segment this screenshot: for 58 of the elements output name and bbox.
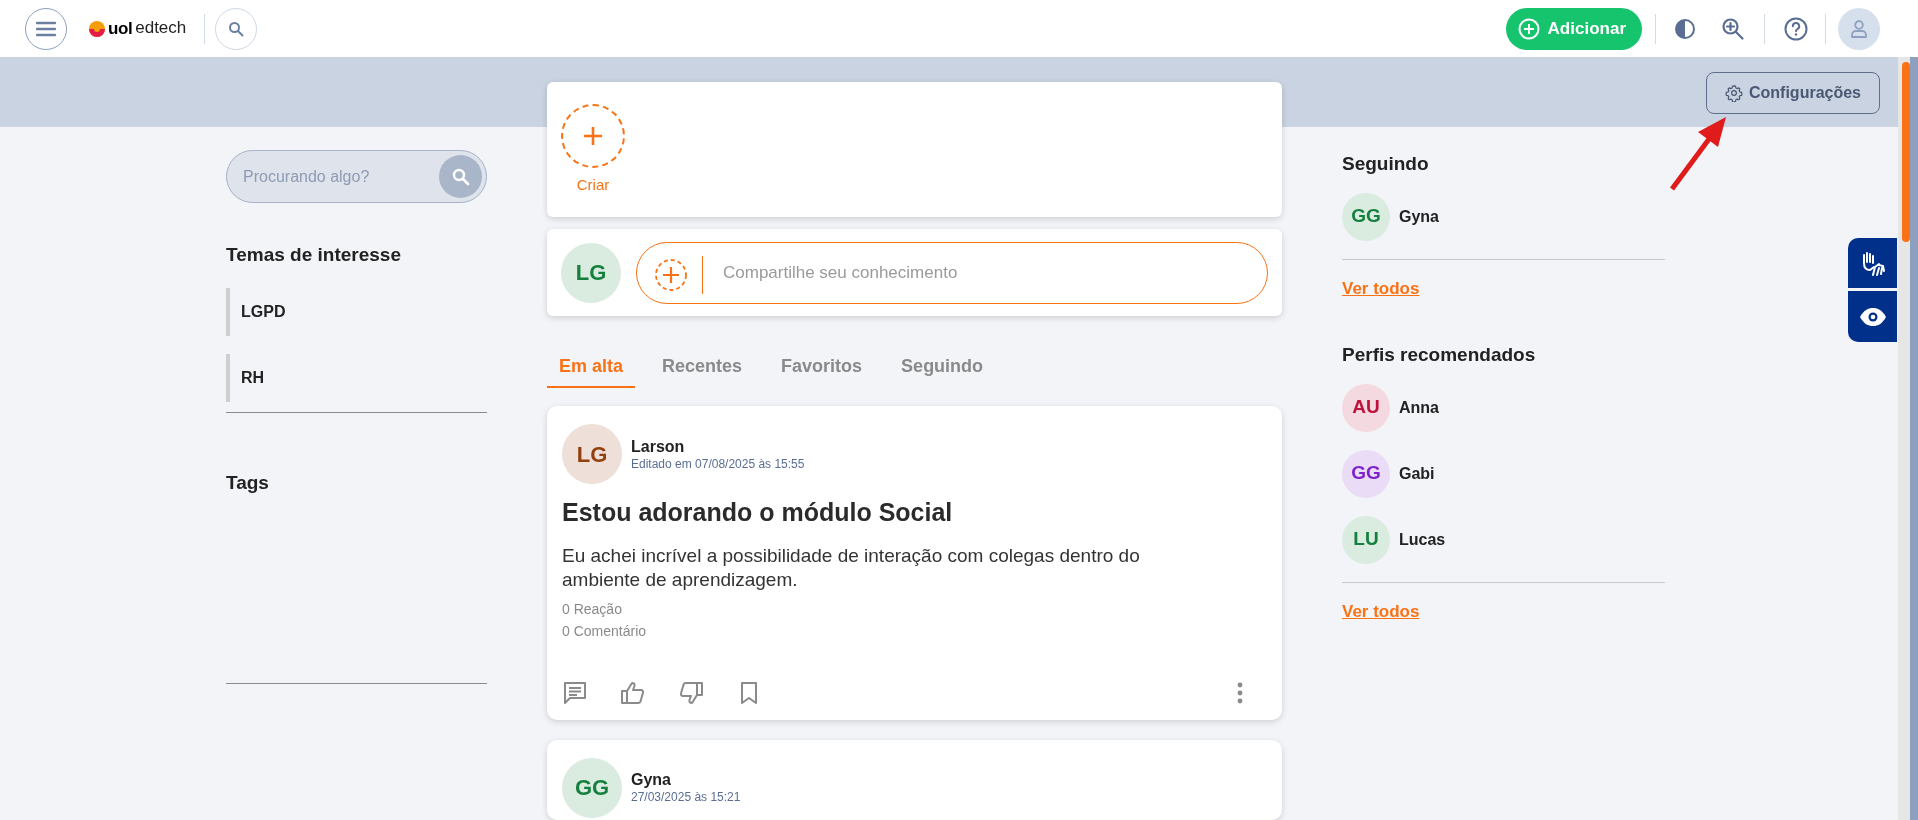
post-body: Eu achei incrível a possibilidade de interação com colegas dentro do ambiente de aprendizagem. — [562, 543, 1141, 592]
comment-icon[interactable] — [562, 679, 588, 706]
reaction-count: 0 Reação — [562, 599, 623, 619]
author-name: Larson — [631, 436, 686, 457]
post-title: Estou adorando o módulo Social — [562, 497, 954, 528]
sign-language-button[interactable] — [1848, 238, 1897, 288]
section-heading: Perfis recomendados — [1342, 343, 1537, 367]
post-date: 27/03/2025 às 15:21 — [631, 790, 741, 805]
section-heading: Seguindo — [1342, 152, 1430, 176]
avatar: LG — [562, 424, 622, 484]
create-button[interactable]: Criar — [561, 104, 625, 197]
profile-name[interactable]: Gyna — [1399, 204, 1439, 229]
eye-icon — [1858, 306, 1887, 327]
avatar: GG — [1342, 449, 1390, 498]
section-heading: Tags — [226, 470, 270, 495]
avatar: GG — [1342, 192, 1390, 241]
avatar: LU — [1342, 515, 1390, 564]
profile-name[interactable]: Lucas — [1399, 527, 1446, 552]
logo-icon — [89, 20, 105, 37]
topic-link[interactable]: LGPD — [226, 287, 487, 336]
see-all-link[interactable]: Ver todos — [1342, 598, 1420, 624]
profile-name[interactable]: Anna — [1399, 395, 1439, 420]
share-field[interactable]: Compartilhe seu conhecimento — [636, 241, 1268, 304]
help-icon[interactable] — [1783, 15, 1809, 42]
author-name: Gyna — [631, 770, 672, 790]
thumbs-up-icon[interactable] — [620, 679, 646, 706]
tab[interactable]: Recentes — [650, 346, 755, 388]
tab[interactable]: Em alta — [547, 346, 636, 388]
avatar: GG — [562, 757, 622, 818]
section-heading: Temas de interesse — [226, 243, 402, 267]
eye-button[interactable] — [1848, 291, 1897, 342]
scrollbar-thumb[interactable] — [1902, 62, 1910, 242]
see-all-link[interactable]: Ver todos — [1342, 275, 1420, 301]
zoom-in-icon[interactable] — [1720, 15, 1746, 42]
search-field[interactable]: Procurando algo? — [226, 150, 487, 203]
more-icon[interactable] — [1237, 681, 1243, 704]
add-button[interactable]: Adicionar — [1505, 7, 1642, 50]
logo-product: edtech — [135, 16, 187, 39]
add-icon[interactable] — [654, 257, 688, 292]
settings-button[interactable]: Configurações — [1706, 72, 1880, 114]
search-icon — [228, 20, 245, 37]
profile-name[interactable]: Gabi — [1399, 461, 1435, 486]
menu-icon — [36, 20, 56, 37]
plus-icon — [1517, 17, 1540, 40]
tab[interactable]: Seguindo — [889, 346, 996, 388]
settings-icon — [1725, 84, 1743, 102]
avatar: AU — [1342, 383, 1390, 432]
comment-count: 0 Comentário — [562, 621, 648, 641]
tab[interactable]: Favoritos — [769, 346, 875, 388]
avatar: LG — [561, 242, 621, 303]
plus-icon — [561, 104, 625, 168]
search-icon — [451, 167, 470, 186]
post-date: Editado em 07/08/2025 às 15:55 — [631, 456, 805, 472]
thumbs-down-icon[interactable] — [678, 679, 704, 706]
topic-link[interactable]: RH — [226, 353, 487, 402]
user-avatar[interactable] — [1838, 7, 1880, 50]
scrollbar[interactable] — [1898, 57, 1918, 820]
logo-brand: uol — [108, 17, 133, 40]
